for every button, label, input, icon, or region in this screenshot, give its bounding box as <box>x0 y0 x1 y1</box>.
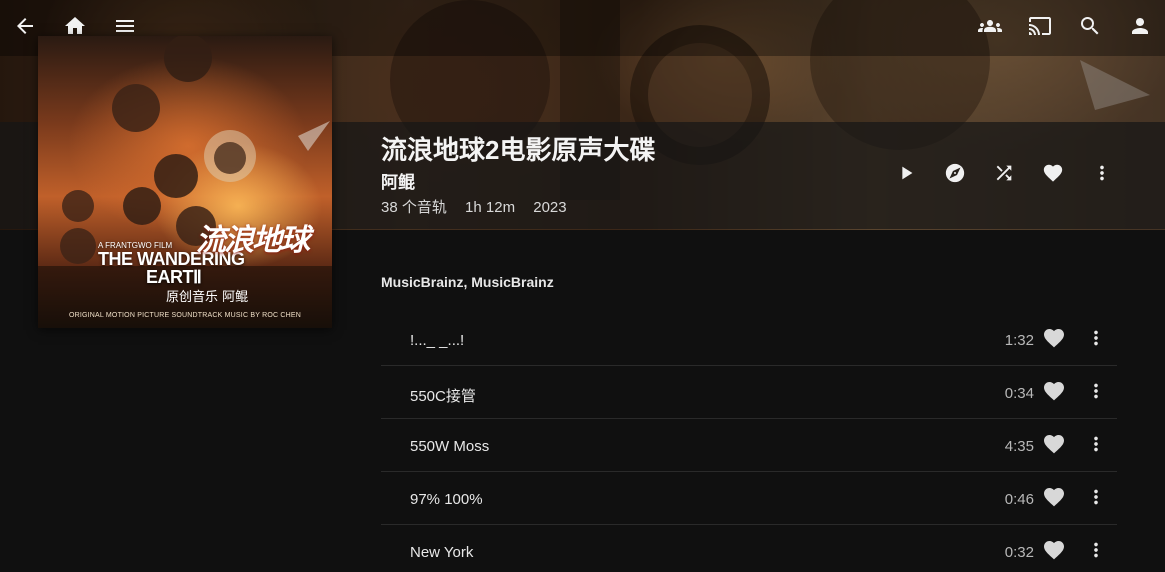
more-icon <box>1094 330 1098 346</box>
play-button[interactable] <box>887 154 925 192</box>
more-icon <box>1094 489 1098 505</box>
track-favorite-button[interactable] <box>1041 431 1067 457</box>
cover-brand-line2: EARTⅡ <box>146 267 202 287</box>
track-row[interactable]: New York 0:32 <box>381 525 1117 572</box>
track-name: 550C接管 <box>410 388 476 405</box>
shuffle-icon <box>996 165 1012 181</box>
track-name: !..._ _...! <box>410 332 465 349</box>
search-icon <box>1081 17 1099 35</box>
more-icon <box>1100 165 1104 181</box>
track-favorite-button[interactable] <box>1041 484 1067 510</box>
more-icon <box>1094 383 1098 399</box>
heart-icon <box>1044 435 1064 454</box>
cover-credits: ORIGINAL MOTION PICTURE SOUNDTRACK MUSIC… <box>68 312 302 319</box>
track-favorite-button[interactable] <box>1041 325 1067 351</box>
shuffle-button[interactable] <box>985 154 1023 192</box>
back-arrow-icon <box>17 18 33 34</box>
track-row[interactable]: 550W Moss 4:35 <box>381 419 1117 472</box>
album-title: 流浪地球2电影原声大碟 <box>381 135 656 165</box>
user-icon <box>1132 18 1148 34</box>
track-count: 38 个音轨 <box>381 199 447 216</box>
cover-cn-title: 流浪地球 <box>196 223 310 258</box>
album-meta: 38 个音轨 1h 12m 2023 <box>381 196 581 217</box>
heart-icon <box>1044 488 1064 507</box>
track-more-button[interactable] <box>1083 484 1109 510</box>
track-favorite-button[interactable] <box>1041 378 1067 404</box>
track-more-button[interactable] <box>1083 325 1109 351</box>
heart-icon <box>1044 382 1064 401</box>
cover-composer: 原创音乐 阿鲲 <box>166 290 249 305</box>
favorite-icon <box>1043 164 1063 182</box>
section-label: MusicBrainz, MusicBrainz <box>381 274 554 290</box>
instant-mix-icon <box>945 163 965 183</box>
track-row[interactable]: 97% 100% 0:46 <box>381 472 1117 525</box>
track-favorite-button[interactable] <box>1041 537 1067 563</box>
album-duration: 1h 12m <box>465 199 516 216</box>
track-row[interactable]: 550C接管 0:34 <box>381 366 1117 419</box>
track-duration: 0:34 <box>1004 385 1034 402</box>
track-more-button[interactable] <box>1083 431 1109 457</box>
album-page: A FRANTGWO FILM THE WANDERING EARTⅡ 流浪地球… <box>0 0 1165 572</box>
album-artist[interactable]: 阿鲲 <box>381 168 415 193</box>
track-row[interactable]: !..._ _...! 1:32 <box>381 313 1117 366</box>
syncplay-button[interactable] <box>970 6 1010 46</box>
album-cover[interactable]: A FRANTGWO FILM THE WANDERING EARTⅡ 流浪地球… <box>38 36 332 328</box>
track-duration: 4:35 <box>1004 438 1034 455</box>
more-icon <box>1094 436 1098 452</box>
track-duration: 0:32 <box>1004 544 1034 561</box>
track-name: 550W Moss <box>410 438 490 455</box>
track-more-button[interactable] <box>1083 378 1109 404</box>
search-button[interactable] <box>1070 6 1110 46</box>
more-button[interactable] <box>1083 154 1121 192</box>
track-duration: 1:32 <box>1004 332 1034 349</box>
play-icon <box>902 166 913 180</box>
home-icon <box>65 17 85 34</box>
heart-icon <box>1044 329 1064 348</box>
cast-button[interactable] <box>1020 6 1060 46</box>
more-icon <box>1094 542 1098 558</box>
heart-icon <box>1044 541 1064 560</box>
instant-mix-button[interactable] <box>936 154 974 192</box>
cast-icon <box>1029 17 1051 35</box>
menu-icon <box>116 20 134 32</box>
user-button[interactable] <box>1120 6 1160 46</box>
track-name: New York <box>410 544 474 561</box>
track-duration: 0:46 <box>1004 491 1034 508</box>
track-name: 97% 100% <box>410 491 483 508</box>
track-list: !..._ _...! 1:32 550C接管 0:34 550W Moss 4… <box>381 313 1117 572</box>
album-year: 2023 <box>533 199 567 216</box>
favorite-button[interactable] <box>1034 154 1072 192</box>
users-icon <box>978 20 1002 32</box>
track-more-button[interactable] <box>1083 537 1109 563</box>
